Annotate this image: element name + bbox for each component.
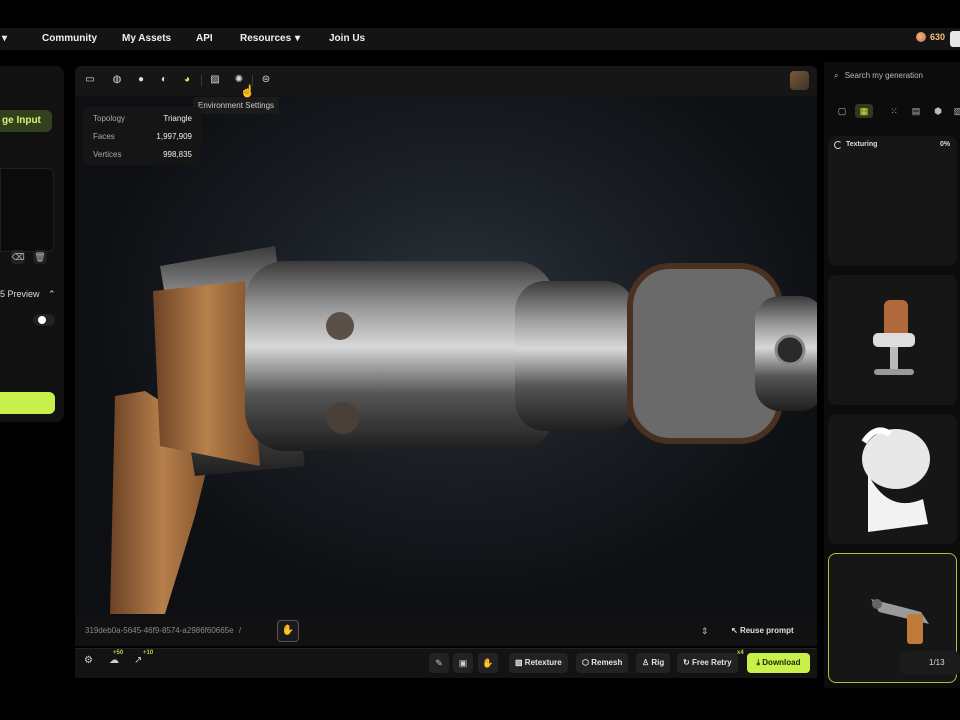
image-drop-area[interactable] <box>0 168 54 252</box>
trash-icon[interactable]: 🗑 <box>33 250 47 264</box>
multi-grid-icon[interactable]: ⁙ <box>887 104 901 118</box>
search-input[interactable]: ⌕ Search my generation <box>834 71 923 81</box>
chair-thumbnail <box>873 300 915 375</box>
model-id[interactable]: 319deb0a-5645-46f9-8574-a2986f60665e / <box>85 626 241 635</box>
nav-api[interactable]: API <box>196 33 213 44</box>
gun-barrel-ring <box>515 281 635 431</box>
settings-icon[interactable]: ⚙ <box>84 655 93 666</box>
select-caret-icon: ⌃ <box>48 289 56 299</box>
material-mode-icon[interactable]: ◐ <box>157 73 171 87</box>
reuse-prompt-label: Reuse prompt <box>739 626 794 635</box>
grid-view-icon[interactable]: ▦ <box>855 104 873 118</box>
generation-card-texturing[interactable] <box>828 136 957 266</box>
gun-bolt <box>326 312 354 340</box>
share-icon[interactable]: ↗ <box>134 655 142 666</box>
remesh-button[interactable]: ⬡ Remesh <box>576 653 629 673</box>
gun-barrel-housing <box>245 261 555 451</box>
free-retry-button[interactable]: ↻ Free Retry <box>677 653 738 673</box>
image-input-tab[interactable]: ge Input <box>0 110 52 132</box>
rig-label: Rig <box>651 658 665 667</box>
model-select[interactable]: 5 Preview ⌃ <box>0 289 56 300</box>
wireframe-icon[interactable]: ▨ <box>208 73 222 87</box>
topology-value: Triangle <box>163 114 192 123</box>
like-icon[interactable]: ☁ <box>109 655 119 666</box>
remesh-label: Remesh <box>591 658 623 667</box>
loading-spinner-icon <box>834 141 842 149</box>
nav-my-assets[interactable]: My Assets <box>122 33 171 44</box>
like-count: +50 <box>113 650 124 656</box>
image-edit-icon[interactable]: ▣ <box>453 653 473 673</box>
remesh-icon: ⬡ <box>582 658 589 667</box>
source-image-thumbnail[interactable]: ✋ <box>277 620 299 642</box>
cube-filter-icon[interactable]: ⬢ <box>931 104 945 118</box>
download-label: Download <box>762 658 801 667</box>
top-nav: ▾ Community My Assets API Resources ▾ Jo… <box>0 28 960 50</box>
toggle-knob <box>38 316 46 324</box>
texturing-status: Texturing <box>846 141 878 148</box>
texture-mode-icon[interactable]: ◍ <box>110 73 124 87</box>
free-retry-label: Free Retry <box>691 658 732 667</box>
search-placeholder: Search my generation <box>844 71 923 80</box>
nav-join-us[interactable]: Join Us <box>329 33 365 44</box>
model-id-text: 319deb0a-5645-46f9-8574-a2986f60665e <box>85 626 234 635</box>
vertices-value: 998,835 <box>163 150 192 159</box>
vertices-label: Vertices <box>93 150 122 159</box>
muzzle-hole <box>774 334 806 366</box>
retexture-label: Retexture <box>524 658 562 667</box>
monitor-icon[interactable]: ▭ <box>83 73 97 87</box>
chevron-down-icon[interactable]: ▾ <box>295 33 300 44</box>
faces-value: 1,997,909 <box>156 132 192 141</box>
wood-panel <box>153 281 260 466</box>
pagination: 1/13 <box>900 651 960 675</box>
retexture-icon: ▨ <box>515 658 523 667</box>
model-select-label: 5 Preview <box>0 289 40 299</box>
free-retry-badge: x4 <box>737 650 744 656</box>
hand-icon[interactable]: ✋ <box>478 653 498 673</box>
avatar[interactable] <box>950 31 960 47</box>
share-count: +10 <box>143 650 154 656</box>
credits-count: 630 <box>930 32 946 42</box>
search-icon: ⌕ <box>834 71 839 80</box>
gun-bolt <box>327 402 359 434</box>
download-button[interactable]: ⤓ Download <box>747 653 810 673</box>
brush-icon[interactable]: ✎ <box>429 653 449 673</box>
folder-icon[interactable]: ▢ <box>835 104 849 118</box>
credits-display[interactable]: 630 <box>916 32 945 42</box>
tooltip: Environment Settings <box>193 97 280 114</box>
rig-button[interactable]: ♙ Rig <box>636 653 671 673</box>
retexture-button[interactable]: ▨ Retexture <box>509 653 568 673</box>
toolbar-divider <box>201 75 202 86</box>
id-separator: / <box>238 626 242 635</box>
texture-filter-icon[interactable]: ▨ <box>951 104 960 118</box>
image-filter-icon[interactable]: ▤ <box>909 104 923 118</box>
generation-card-chair[interactable] <box>828 275 957 405</box>
bust-thumbnail <box>861 427 930 532</box>
coin-icon <box>916 32 926 42</box>
generation-card-bust[interactable] <box>828 414 957 544</box>
generate-button[interactable] <box>0 392 55 414</box>
retry-icon: ↻ <box>683 658 690 667</box>
eraser-icon[interactable]: ⌫ <box>11 250 25 264</box>
pbr-mode-icon[interactable]: ◕ <box>180 73 194 87</box>
mesh-stats-panel: Topology Triangle Faces 1,997,909 Vertic… <box>82 107 202 165</box>
nav-community[interactable]: Community <box>42 33 97 44</box>
expand-arrows-icon[interactable]: ⇕ <box>701 626 709 637</box>
arrow-up-left-icon: ↖ <box>731 626 738 635</box>
grid-sphere-icon[interactable]: ⊜ <box>259 73 273 87</box>
topology-label: Topology <box>93 114 126 123</box>
clay-mode-icon[interactable]: ● <box>134 73 148 87</box>
faces-label: Faces <box>93 132 115 141</box>
reuse-prompt-button[interactable]: ↖ Reuse prompt <box>731 626 794 635</box>
pointer-cursor-icon: ☝ <box>240 84 255 98</box>
menu-caret-icon[interactable]: ▾ <box>2 33 7 44</box>
download-icon: ⤓ <box>756 658 761 667</box>
rig-icon: ♙ <box>642 658 650 667</box>
nav-resources[interactable]: Resources <box>240 33 291 44</box>
model-thumbnail[interactable] <box>790 71 809 90</box>
texturing-progress: 0% <box>940 141 951 148</box>
